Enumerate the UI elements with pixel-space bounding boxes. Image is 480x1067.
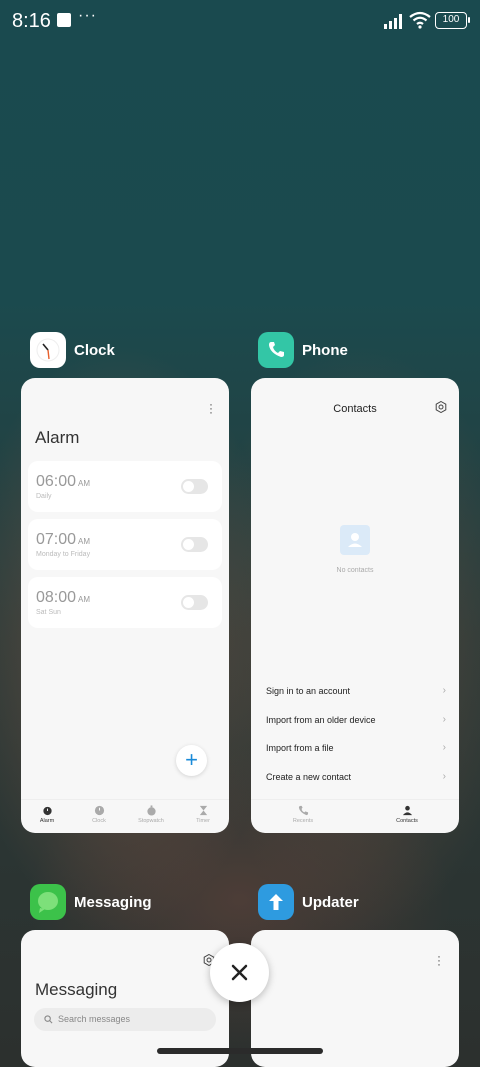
alarm-time: 07:00 AM bbox=[36, 531, 91, 548]
alarm-icon bbox=[42, 806, 52, 816]
alarm-time: 08:00 AM bbox=[36, 589, 91, 606]
signal-icon bbox=[384, 14, 402, 29]
alarm-time: 06:00 AM bbox=[36, 473, 91, 490]
nav-item-contacts: Contacts bbox=[355, 800, 459, 833]
status-bar: 8:16 ··· 100 bbox=[0, 0, 480, 42]
messaging-title: Messaging bbox=[35, 980, 118, 999]
app-label-messaging[interactable]: Messaging bbox=[30, 884, 152, 920]
notification-icon bbox=[57, 13, 71, 27]
nav-item-recents: Recents bbox=[251, 800, 355, 833]
nav-item-clock: Clock bbox=[73, 800, 125, 833]
phone-icon bbox=[298, 805, 308, 816]
messaging-app-icon bbox=[30, 884, 66, 920]
app-label-updater[interactable]: Updater bbox=[258, 884, 359, 920]
alarm-row: 06:00 AM Daily bbox=[28, 461, 222, 512]
contacts-title: Contacts bbox=[333, 403, 377, 415]
add-alarm-button: + bbox=[176, 745, 207, 776]
empty-state-text: No contacts bbox=[336, 567, 374, 574]
person-icon bbox=[402, 805, 412, 816]
gear-icon bbox=[435, 401, 447, 413]
messaging-app-card[interactable]: Messaging Search messages bbox=[21, 930, 229, 1067]
status-time: 8:16 bbox=[12, 10, 51, 32]
alarm-toggle bbox=[181, 537, 208, 552]
menu-item-sign-in: Sign in to an account › bbox=[266, 685, 446, 696]
phone-bottom-nav: Recents Contacts bbox=[251, 799, 459, 833]
search-messages-field: Search messages bbox=[34, 1008, 216, 1031]
close-icon bbox=[231, 964, 248, 981]
chevron-right-icon: › bbox=[442, 771, 446, 782]
more-notifications-icon: ··· bbox=[78, 7, 97, 24]
phone-app-icon bbox=[258, 332, 294, 368]
clock-app-card[interactable]: · · · Alarm 06:00 AM Daily 07:00 AM Monday t… bbox=[21, 378, 229, 833]
stopwatch-icon bbox=[146, 805, 156, 816]
hourglass-icon bbox=[199, 805, 207, 816]
app-name-messaging: Messaging bbox=[74, 893, 152, 911]
nav-item-timer: Timer bbox=[177, 800, 229, 833]
menu-item-import-older-device: Import from an older device › bbox=[266, 714, 446, 725]
alarm-row: 07:00 AM Monday to Friday bbox=[28, 519, 222, 570]
nav-item-alarm: Alarm bbox=[21, 800, 73, 833]
updater-app-card[interactable]: · · · bbox=[251, 930, 459, 1067]
alarm-toggle bbox=[181, 595, 208, 610]
app-label-phone[interactable]: Phone bbox=[258, 332, 348, 368]
chevron-right-icon: › bbox=[442, 742, 446, 753]
search-icon bbox=[44, 1015, 53, 1024]
empty-contacts-icon bbox=[340, 525, 370, 555]
app-name-clock: Clock bbox=[74, 341, 115, 359]
clock-icon bbox=[94, 805, 104, 816]
wifi-icon bbox=[409, 11, 431, 29]
alarm-repeat: Daily bbox=[36, 493, 52, 500]
app-name-updater: Updater bbox=[302, 893, 359, 911]
menu-item-import-file: Import from a file › bbox=[266, 742, 446, 753]
alarm-row: 08:00 AM Sat Sun bbox=[28, 577, 222, 628]
more-options-icon: · · · bbox=[437, 949, 441, 971]
more-options-icon: · · · bbox=[209, 397, 213, 419]
chevron-right-icon: › bbox=[442, 714, 446, 725]
app-name-phone: Phone bbox=[302, 341, 348, 359]
home-indicator[interactable] bbox=[157, 1048, 323, 1054]
search-placeholder: Search messages bbox=[58, 1014, 131, 1024]
clock-app-icon bbox=[30, 332, 66, 368]
clock-bottom-nav: Alarm Clock Stopwatch Timer bbox=[21, 799, 229, 833]
menu-item-create-contact: Create a new contact › bbox=[266, 771, 446, 782]
alarm-repeat: Monday to Friday bbox=[36, 551, 91, 558]
alarm-toggle bbox=[181, 479, 208, 494]
clear-recents-button[interactable] bbox=[210, 943, 269, 1002]
app-label-clock[interactable]: Clock bbox=[30, 332, 115, 368]
nav-item-stopwatch: Stopwatch bbox=[125, 800, 177, 833]
phone-app-card[interactable]: Contacts No contacts Sign in to an accou… bbox=[251, 378, 459, 833]
battery-indicator: 100 bbox=[435, 12, 470, 29]
alarm-repeat: Sat Sun bbox=[36, 609, 61, 616]
alarm-title: Alarm bbox=[35, 428, 80, 447]
chevron-right-icon: › bbox=[442, 685, 446, 696]
updater-app-icon bbox=[258, 884, 294, 920]
